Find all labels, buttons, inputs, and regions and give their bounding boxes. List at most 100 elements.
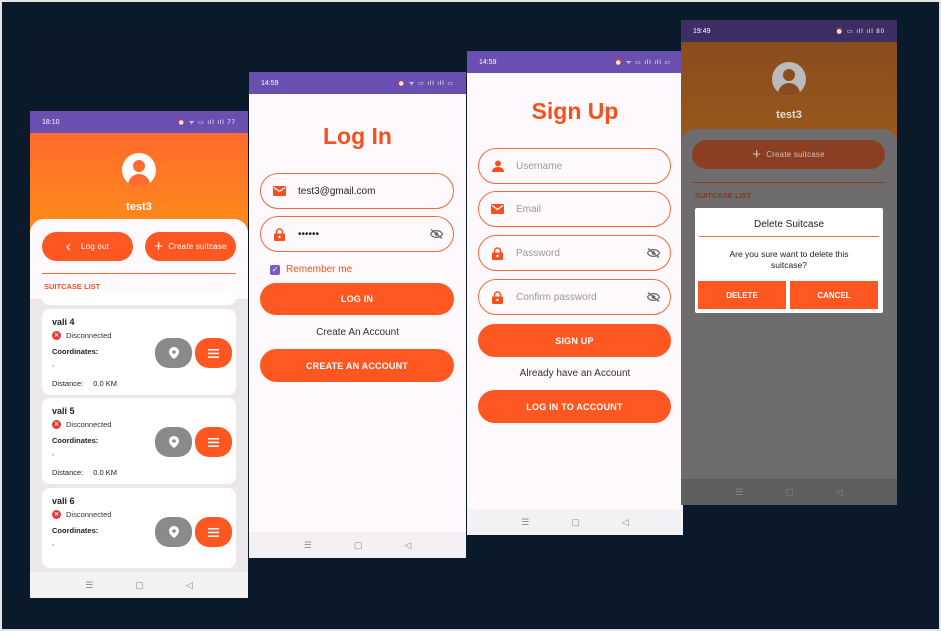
distance-label: Distance: <box>52 379 84 388</box>
login-button[interactable]: LOG IN <box>260 283 454 315</box>
connection-status: ✕ Disconnected <box>52 331 111 340</box>
dialog-title: Delete Suitcase <box>753 219 825 230</box>
back-icon[interactable]: ◁ <box>836 487 843 498</box>
location-button[interactable] <box>155 338 192 368</box>
page-title: Sign Up <box>531 98 619 124</box>
status-text: Disconnected <box>66 420 112 429</box>
home-icon[interactable]: ▢ <box>571 517 580 528</box>
username-placeholder: Username <box>516 160 563 172</box>
login-to-account-button[interactable]: LOG IN TO ACCOUNT <box>478 390 671 423</box>
home-icon[interactable]: ▢ <box>354 540 363 551</box>
status-text: Disconnected <box>66 331 112 340</box>
dialog-divider <box>699 236 879 237</box>
back-icon[interactable]: ◁ <box>622 517 629 528</box>
username-field[interactable]: Username <box>478 148 671 184</box>
password-value: •••••• <box>298 228 320 240</box>
status-icons: ⏰ ᯤ ▭ ıll ıll ▭ <box>397 81 454 87</box>
home-icon[interactable]: ▢ <box>785 487 794 498</box>
page-title: Log In <box>323 123 392 149</box>
password-field[interactable]: Password <box>478 235 671 271</box>
status-bar: 18:10 ⏰ ᯤ ▭ ıll ıll 77 <box>30 111 248 133</box>
lock-icon <box>491 290 504 304</box>
list-item-partial <box>42 291 236 305</box>
status-icons: ⏰ ▭ ıll ıll 80 <box>835 28 885 35</box>
status-icons: ⏰ ᯤ ▭ ıll ıll ▭ <box>614 60 671 66</box>
list-item[interactable]: vali 5 ✕ Disconnected Coordinates: , Dist… <box>42 398 236 484</box>
coordinates-label: Coordinates: <box>52 347 99 356</box>
status-time: 19:49 <box>693 27 711 35</box>
status-time: 14:59 <box>479 58 497 66</box>
confirm-password-field[interactable]: Confirm password <box>478 279 671 315</box>
system-nav-bar: ☰ ▢ ◁ <box>467 509 683 535</box>
recents-icon[interactable]: ☰ <box>735 487 743 498</box>
suitcase-name: vali 4 <box>52 317 75 327</box>
status-time: 14:59 <box>261 79 279 87</box>
email-icon <box>273 185 286 198</box>
create-suitcase-button[interactable]: + Create suitcase <box>145 232 236 261</box>
connection-status: ✕ Disconnected <box>52 420 111 429</box>
section-divider <box>42 273 236 274</box>
remember-me[interactable]: ✓ Remember me <box>270 264 352 275</box>
list-item[interactable]: vali 6 ✕ Disconnected Coordinates: , <box>42 488 236 568</box>
signup-button[interactable]: SIGN UP <box>478 324 671 357</box>
lock-icon <box>491 246 504 260</box>
back-icon[interactable]: ◁ <box>186 580 193 591</box>
plus-icon: + <box>154 238 164 255</box>
email-field[interactable]: test3@gmail.com <box>260 173 454 209</box>
suitcase-list[interactable]: vali 4 ✕ Disconnected Coordinates: , Dist… <box>30 291 248 572</box>
cancel-button[interactable]: CANCEL <box>790 281 878 309</box>
recents-icon[interactable]: ☰ <box>521 517 529 528</box>
error-icon: ✕ <box>52 420 61 429</box>
content-card: ‹ Log out + Create suitcase SUITCASE LIS… <box>30 219 248 572</box>
create-suitcase-button[interactable]: + Create suitcase <box>692 140 885 169</box>
coordinates-value: , <box>52 359 55 368</box>
email-field[interactable]: Email <box>478 191 671 227</box>
username: test3 <box>126 201 152 213</box>
status-bar: 19:49 ⏰ ▭ ıll ıll 80 <box>681 20 897 42</box>
home-icon[interactable]: ▢ <box>135 580 144 591</box>
delete-button[interactable]: DELETE <box>698 281 786 309</box>
location-button[interactable] <box>155 427 192 457</box>
recents-icon[interactable]: ☰ <box>304 540 312 551</box>
distance: Distance: 0.0 KM <box>52 468 117 477</box>
back-icon[interactable]: ◁ <box>404 540 411 551</box>
eye-off-icon[interactable] <box>647 248 660 258</box>
eye-off-icon[interactable] <box>430 229 443 239</box>
username: test3 <box>776 109 802 121</box>
system-nav-bar: ☰ ▢ ◁ <box>681 479 897 505</box>
location-pin-icon <box>168 436 179 448</box>
password-field[interactable]: •••••• <box>260 216 454 252</box>
system-nav-bar: ☰ ▢ ◁ <box>30 572 248 598</box>
delete-dialog-screen: 19:49 ⏰ ▭ ıll ıll 80 test3 + Create suit… <box>681 20 897 505</box>
menu-button[interactable] <box>195 427 232 457</box>
menu-icon <box>208 437 219 447</box>
already-account-text: Already have an Account <box>519 368 631 379</box>
eye-off-icon[interactable] <box>647 292 660 302</box>
create-suitcase-label: Create suitcase <box>168 242 227 251</box>
coordinates-label: Coordinates: <box>52 526 99 535</box>
status-icons: ⏰ ᯤ ▭ ıll ıll 77 <box>177 120 236 126</box>
distance: Distance: 0.0 KM <box>52 379 117 388</box>
login-screen: 14:59 ⏰ ᯤ ▭ ıll ıll ▭ Log In test3@gmail… <box>249 72 466 558</box>
remember-checkbox[interactable]: ✓ <box>270 264 280 275</box>
menu-button[interactable] <box>195 338 232 368</box>
create-account-text: Create An Account <box>316 327 399 338</box>
remember-label: Remember me <box>286 264 353 275</box>
logout-button[interactable]: ‹ Log out <box>42 232 133 261</box>
list-item[interactable]: vali 4 ✕ Disconnected Coordinates: , Dist… <box>42 309 236 395</box>
section-divider <box>692 182 885 183</box>
coordinates-label: Coordinates: <box>52 436 99 445</box>
location-button[interactable] <box>155 517 192 547</box>
email-icon <box>491 203 504 216</box>
email-placeholder: Email <box>516 203 542 215</box>
error-icon: ✕ <box>52 331 61 340</box>
location-pin-icon <box>168 347 179 359</box>
email-value: test3@gmail.com <box>298 185 376 197</box>
suitcase-list-label: SUITCASE LIST <box>695 191 752 200</box>
create-account-button[interactable]: CREATE AN ACCOUNT <box>260 349 454 382</box>
menu-button[interactable] <box>195 517 232 547</box>
menu-icon <box>208 527 219 537</box>
recents-icon[interactable]: ☰ <box>85 580 93 591</box>
connection-status: ✕ Disconnected <box>52 510 111 519</box>
home-screen: 18:10 ⏰ ᯤ ▭ ıll ıll 77 test3 ‹ Log out +… <box>30 111 248 598</box>
